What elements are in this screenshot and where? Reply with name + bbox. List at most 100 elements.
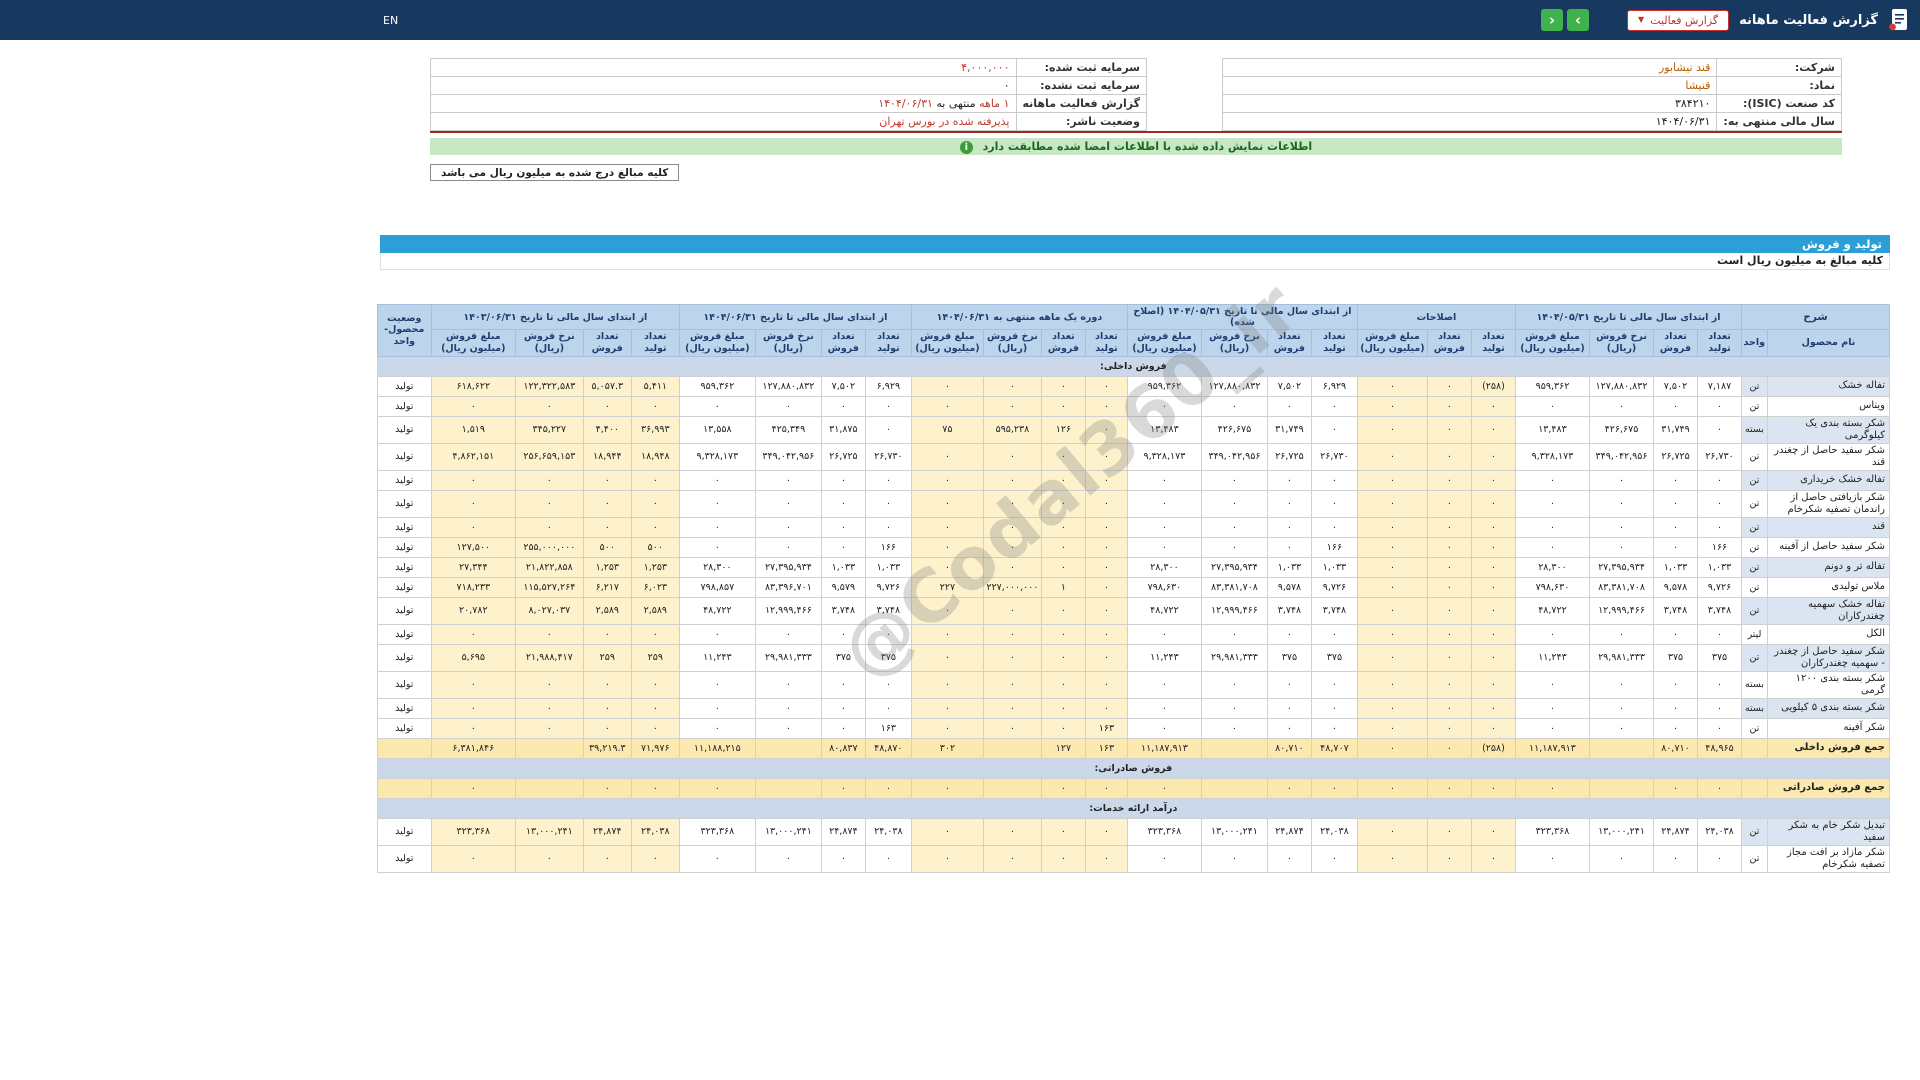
product-name-cell: قند: [1767, 516, 1890, 538]
value-cell: ۶۱۸,۶۲۲: [430, 375, 516, 397]
value-cell: ۲۶,۷۲۵: [1653, 442, 1698, 471]
value-cell: ۰: [1589, 516, 1654, 538]
value-cell: ۰: [910, 670, 984, 699]
symbol-link[interactable]: قنیشا: [1685, 79, 1710, 92]
value-cell: ۰: [1084, 777, 1128, 799]
value-cell: ۰: [1200, 469, 1268, 491]
value-cell: ۰: [1697, 670, 1742, 699]
isic-label: کد صنعت (ISIC):: [1716, 94, 1842, 113]
product-status-cell: تولید: [376, 442, 432, 471]
value-cell: ۰: [1126, 844, 1202, 873]
value-cell: ۰: [1470, 697, 1516, 719]
language-toggle[interactable]: EN: [383, 14, 398, 27]
value-cell: ۰: [582, 670, 632, 699]
value-cell: ۰: [1470, 844, 1516, 873]
value-cell: ۴۸,۸۷۰: [864, 737, 912, 759]
value-cell: ۰: [1426, 596, 1472, 625]
value-cell: ۲۱,۸۲۲,۸۵۸: [514, 556, 584, 578]
value-cell: ۰: [864, 697, 912, 719]
value-cell: ۰: [1040, 556, 1086, 578]
value-cell: ۳۴۹,۰۴۲,۹۵۶: [1200, 442, 1268, 471]
column-header: تعداد تولید: [1084, 329, 1128, 357]
value-cell: ۰: [1426, 576, 1472, 598]
unit-cell: تن: [1741, 643, 1768, 672]
value-cell: ۰: [430, 670, 516, 699]
product-status-cell: تولید: [376, 469, 432, 491]
value-cell: ۰: [1084, 395, 1128, 417]
company-info-tables: شرکت: قند نیشابور نماد: قنیشا کد صنعت (I…: [430, 58, 1842, 133]
value-cell: ۰: [982, 697, 1042, 719]
report-type-dropdown[interactable]: گزارش فعالیت ▼: [1626, 9, 1730, 31]
value-cell: ۰: [1200, 516, 1268, 538]
value-cell: ۰: [1084, 817, 1128, 846]
value-cell: ۰: [678, 469, 756, 491]
value-cell: ۲۴,۸۷۴: [1653, 817, 1698, 846]
value-cell: ۰: [1697, 395, 1742, 417]
value-cell: ۰: [982, 375, 1042, 397]
value-cell: ۰: [1589, 844, 1654, 873]
value-cell: ۳۲۳,۳۶۸: [430, 817, 516, 846]
value-cell: ۰: [630, 670, 680, 699]
prev-report-button[interactable]: ‹: [1540, 9, 1563, 31]
value-cell: ۰: [1356, 576, 1428, 598]
value-cell: ۰: [630, 469, 680, 491]
value-cell: ۰: [582, 469, 632, 491]
value-cell: ۰: [910, 375, 984, 397]
product-status-cell: تولید: [376, 844, 432, 873]
value-cell: ۱,۲۵۳: [630, 556, 680, 578]
table-row: شکر آفینه تن ۰ ۰ ۰ ۰ ۰ ۰ ۰ ۰ ۰ ۰ ۰ ۱۶۳ ۰ ۰ ۰ ۱۶۳ ۰ ۰ ۰ ۰ ۰ ۰ ۰ تو…: [376, 717, 1890, 739]
unit-cell: تن: [1741, 817, 1768, 846]
value-cell: ۰: [1514, 536, 1591, 558]
value-cell: ۰: [1040, 717, 1086, 739]
company-info-section: شرکت: قند نیشابور نماد: قنیشا کد صنعت (I…: [430, 58, 1842, 181]
value-cell: ۰: [1697, 777, 1742, 799]
value-cell: ۰: [1126, 516, 1202, 538]
value-cell: ۰: [1426, 489, 1472, 518]
value-cell: ۰: [1126, 623, 1202, 645]
value-cell: ۱۱,۱۸۷,۹۱۳: [1514, 737, 1591, 759]
value-cell: ۰: [982, 469, 1042, 491]
value-cell: ۰: [1426, 717, 1472, 739]
product-name-header: نام محصول: [1767, 329, 1890, 357]
report-period-label: گزارش فعالیت ماهانه: [1015, 94, 1147, 113]
value-cell: ۱۲۷,۸۸۰,۸۳۲: [1589, 375, 1654, 397]
value-cell: ۱,۰۳۳: [1266, 556, 1312, 578]
value-cell: ۶,۰۲۳: [630, 576, 680, 598]
value-cell: ۰: [982, 623, 1042, 645]
value-cell: ۱۸,۹۴۴: [582, 442, 632, 471]
value-cell: ۰: [1697, 489, 1742, 518]
value-cell: ۰: [982, 844, 1042, 873]
value-cell: ۲۴,۰۳۸: [1310, 817, 1358, 846]
unit-cell: تن: [1741, 576, 1768, 598]
product-status-cell: تولید: [376, 717, 432, 739]
value-cell: ۰: [1653, 844, 1698, 873]
value-cell: ۰: [1426, 536, 1472, 558]
value-cell: ۰: [630, 489, 680, 518]
total-row: جمع فروش صادراتی ۰ ۰ ۰ ۰ ۰ ۰ ۰ ۰ ۰ ۰ ۰ ۰ ۰ ۰ ۰ ۰ ۰ ۰: [376, 777, 1890, 799]
section-row: درآمد ارائه خدمات:: [376, 797, 1891, 819]
value-cell: ۰: [910, 395, 984, 417]
product-name-cell: شکر بسته بندی ۱۲۰۰ گرمی: [1767, 670, 1890, 699]
product-name-cell: شکر بسته بندی ۵ کیلویی: [1767, 697, 1890, 719]
value-cell: ۰: [1266, 489, 1312, 518]
product-name-cell: تفاله خشک خریداری: [1767, 469, 1890, 491]
value-cell: ۰: [514, 697, 584, 719]
product-name-cell: الکل: [1767, 623, 1890, 645]
value-cell: ۳۴۹,۰۴۲,۹۵۶: [754, 442, 822, 471]
unit-cell: بسته: [1741, 697, 1768, 719]
unit-cell: تن: [1741, 717, 1768, 739]
value-cell: [1589, 737, 1654, 759]
value-cell: ۰: [910, 442, 984, 471]
unit-cell: تن: [1741, 536, 1768, 558]
value-cell: ۲۷,۳۹۵,۹۳۴: [1589, 556, 1654, 578]
company-name-link[interactable]: قند نیشابور: [1659, 61, 1710, 74]
product-name-cell: تفاله تر و دونم: [1767, 556, 1890, 578]
value-cell: ۰: [1426, 516, 1472, 538]
value-cell: ۰: [430, 717, 516, 739]
value-cell: ۰: [1589, 536, 1654, 558]
value-cell: ۰: [1126, 536, 1202, 558]
production-table-wrap: شرح از ابتدای سال مالی تا تاریخ ۱۴۰۴/۰۵/۳…: [376, 304, 1891, 873]
next-report-button[interactable]: ›: [1566, 9, 1589, 31]
value-cell: ۳۲۳,۳۶۸: [678, 817, 756, 846]
value-cell: ۲۹,۹۸۱,۳۳۳: [1200, 643, 1268, 672]
